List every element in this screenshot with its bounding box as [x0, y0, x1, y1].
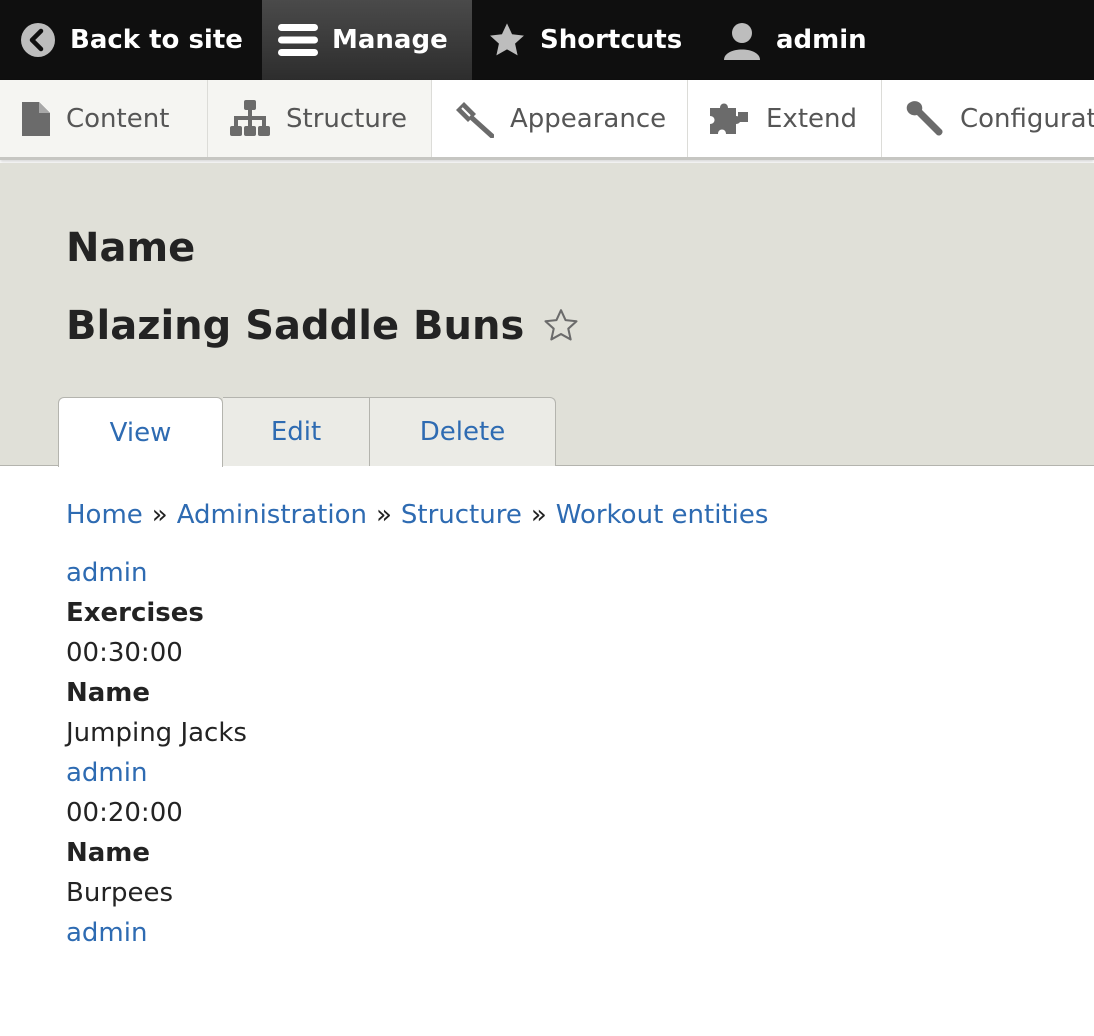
- tray-item-content[interactable]: Content: [0, 80, 208, 157]
- duration-value: 00:30:00: [66, 638, 183, 668]
- tab-delete[interactable]: Delete: [370, 397, 556, 466]
- admin-toolbar: Back to site Manage Shortcuts admin: [0, 0, 1094, 80]
- exercise-name: Burpees: [66, 878, 174, 908]
- tray-item-label: Extend: [766, 103, 857, 134]
- tab-view[interactable]: View: [58, 397, 223, 467]
- breadcrumb-separator: »: [151, 500, 168, 530]
- exercise-name: Jumping Jacks: [66, 718, 247, 748]
- sitemap-icon: [230, 99, 270, 138]
- breadcrumb-workout-entities[interactable]: Workout entities: [556, 500, 769, 530]
- star-outline-icon[interactable]: [542, 307, 580, 345]
- file-icon: [22, 101, 50, 136]
- breadcrumb: Home » Administration » Structure » Work…: [66, 500, 768, 530]
- tray-item-label: Appearance: [510, 103, 667, 134]
- star-icon: [488, 21, 526, 59]
- wrench-icon: [904, 100, 944, 138]
- name-label: Name: [66, 838, 151, 868]
- breadcrumb-administration[interactable]: Administration: [177, 500, 367, 530]
- manage-label: Manage: [332, 25, 448, 55]
- duration-value: 00:20:00: [66, 798, 183, 828]
- paintbrush-icon: [454, 100, 494, 138]
- puzzle-icon: [710, 100, 750, 138]
- admin-tray: Content Structure Appearance Extend Conf…: [0, 80, 1094, 160]
- tray-item-label: Structure: [286, 103, 407, 134]
- author-link[interactable]: admin: [66, 553, 247, 593]
- back-to-site-label: Back to site: [70, 25, 243, 55]
- tab-edit[interactable]: Edit: [223, 397, 370, 466]
- user-tab[interactable]: admin: [710, 0, 867, 80]
- tray-item-configuration[interactable]: Configuration: [882, 80, 1094, 157]
- shortcuts-label: Shortcuts: [540, 25, 683, 55]
- author-link[interactable]: admin: [66, 753, 247, 793]
- page-label: Name: [66, 225, 196, 271]
- page-header: Name Blazing Saddle Buns View Edit Delet…: [0, 163, 1094, 467]
- chevron-left-circle-icon: [20, 22, 56, 58]
- entity-fields: admin Exercises 00:30:00 Name Jumping Ja…: [66, 553, 247, 953]
- back-to-site-link[interactable]: Back to site: [0, 0, 262, 80]
- hamburger-icon: [278, 22, 318, 58]
- breadcrumb-home[interactable]: Home: [66, 500, 143, 530]
- manage-tab[interactable]: Manage: [262, 0, 472, 80]
- primary-tabs: View Edit Delete: [58, 397, 556, 467]
- name-label: Name: [66, 678, 151, 708]
- tray-item-structure[interactable]: Structure: [208, 80, 432, 157]
- shortcuts-tab[interactable]: Shortcuts: [472, 0, 710, 80]
- breadcrumb-structure[interactable]: Structure: [401, 500, 522, 530]
- page-title-text: Blazing Saddle Buns: [66, 303, 525, 349]
- user-icon: [722, 20, 762, 60]
- tray-item-label: Configuration: [960, 103, 1094, 134]
- exercises-label: Exercises: [66, 598, 204, 628]
- user-label: admin: [776, 25, 867, 55]
- tray-item-extend[interactable]: Extend: [688, 80, 882, 157]
- page-title: Blazing Saddle Buns: [66, 303, 580, 349]
- breadcrumb-separator: »: [375, 500, 392, 530]
- tray-item-label: Content: [66, 103, 170, 134]
- author-link[interactable]: admin: [66, 913, 247, 953]
- tray-item-appearance[interactable]: Appearance: [432, 80, 688, 157]
- breadcrumb-separator: »: [530, 500, 547, 530]
